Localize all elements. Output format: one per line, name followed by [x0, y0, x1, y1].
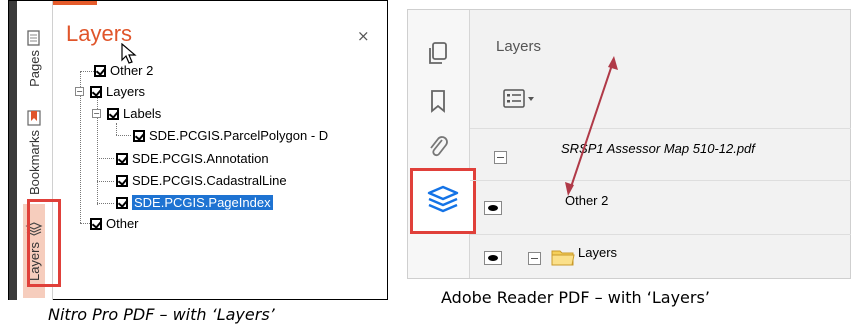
- tree-item-annotation[interactable]: SDE.PCGIS.Annotation: [116, 151, 269, 166]
- tab-pages[interactable]: Pages: [23, 15, 45, 101]
- adobe-tool-rail: [408, 10, 470, 278]
- collapse-toggle[interactable]: −: [75, 87, 84, 96]
- layer-row-layers[interactable]: Layers: [470, 234, 851, 279]
- tree-item-label: Layers: [106, 84, 146, 99]
- checkbox[interactable]: [107, 107, 119, 120]
- checkbox[interactable]: [90, 217, 102, 230]
- tree-item-parcel-polygon[interactable]: SDE.PCGIS.ParcelPolygon - D: [133, 128, 328, 143]
- layer-row-other-2[interactable]: Other 2: [470, 180, 851, 234]
- tree-connector: [97, 181, 114, 182]
- tree-connector: [80, 71, 94, 72]
- layers-tab-highlight[interactable]: [410, 168, 476, 234]
- tree-item-other-2[interactable]: Other 2: [94, 63, 153, 78]
- layers-tab-highlight: [27, 199, 61, 287]
- collapse-toggle[interactable]: −: [92, 109, 101, 118]
- tree-item-label: SDE.PCGIS.CadastralLine: [132, 173, 287, 188]
- layers-icon: [427, 185, 459, 213]
- nitro-window: Pages Bookmarks Layers Layers × − − Othe…: [8, 0, 388, 300]
- checkbox[interactable]: [116, 152, 128, 165]
- tab-bookmarks[interactable]: Bookmarks: [23, 97, 45, 209]
- checkbox[interactable]: [116, 196, 128, 209]
- tree-item-label-selected: SDE.PCGIS.PageIndex: [132, 195, 273, 210]
- adobe-panel: Layers SRSP1 Assessor Map 510-12.pdf Oth…: [407, 9, 851, 279]
- tree-item-label: Other: [106, 216, 139, 231]
- tree-item-label: Other 2: [110, 63, 154, 78]
- tab-bookmarks-label: Bookmarks: [26, 130, 42, 196]
- collapse-toggle[interactable]: [528, 252, 541, 265]
- tree-item-cadastral-line[interactable]: SDE.PCGIS.CadastralLine: [116, 173, 287, 188]
- checkbox[interactable]: [133, 129, 145, 142]
- caption-nitro: Nitro Pro PDF – with ‘Layers’: [48, 305, 275, 324]
- tree-item-label: Labels: [123, 106, 162, 121]
- tree-item-label: SDE.PCGIS.Annotation: [132, 151, 269, 166]
- tree-connector: [97, 158, 114, 159]
- tree-connector: [97, 203, 114, 204]
- checkbox[interactable]: [94, 64, 106, 77]
- close-icon[interactable]: ×: [357, 27, 370, 45]
- tree-item-page-index[interactable]: SDE.PCGIS.PageIndex: [116, 195, 273, 210]
- checkbox[interactable]: [90, 85, 102, 98]
- tree-item-layers[interactable]: Layers: [90, 84, 145, 99]
- panel-title: Layers: [496, 38, 542, 55]
- attachment-icon[interactable]: [425, 134, 451, 160]
- tree-item-label: SDE.PCGIS.ParcelPolygon - D: [149, 128, 329, 143]
- layer-options-icon[interactable]: [503, 88, 541, 110]
- eye-icon[interactable]: [484, 201, 502, 215]
- nitro-sidebar-edge: [9, 1, 17, 300]
- layer-name: Layers: [578, 245, 618, 260]
- tree-connector: [116, 135, 131, 136]
- eye-icon[interactable]: [484, 251, 502, 265]
- tree-item-other[interactable]: Other: [90, 216, 139, 231]
- tree-connector: [116, 123, 117, 135]
- cursor-icon: [121, 43, 137, 64]
- caption-adobe: Adobe Reader PDF – with ‘Layers’: [441, 288, 710, 307]
- bookmark-icon[interactable]: [425, 88, 451, 114]
- tree-item-labels[interactable]: Labels: [107, 106, 161, 121]
- checkbox[interactable]: [116, 174, 128, 187]
- annotation-arrow: [565, 56, 618, 196]
- collapse-toggle[interactable]: [494, 151, 507, 164]
- pages-icon: [27, 29, 40, 46]
- bookmark-icon: [27, 110, 41, 127]
- copy-pages-icon[interactable]: [425, 40, 451, 66]
- tab-pages-label: Pages: [26, 49, 42, 87]
- folder-icon: [551, 250, 575, 266]
- layer-row-document[interactable]: SRSP1 Assessor Map 510-12.pdf: [470, 128, 851, 180]
